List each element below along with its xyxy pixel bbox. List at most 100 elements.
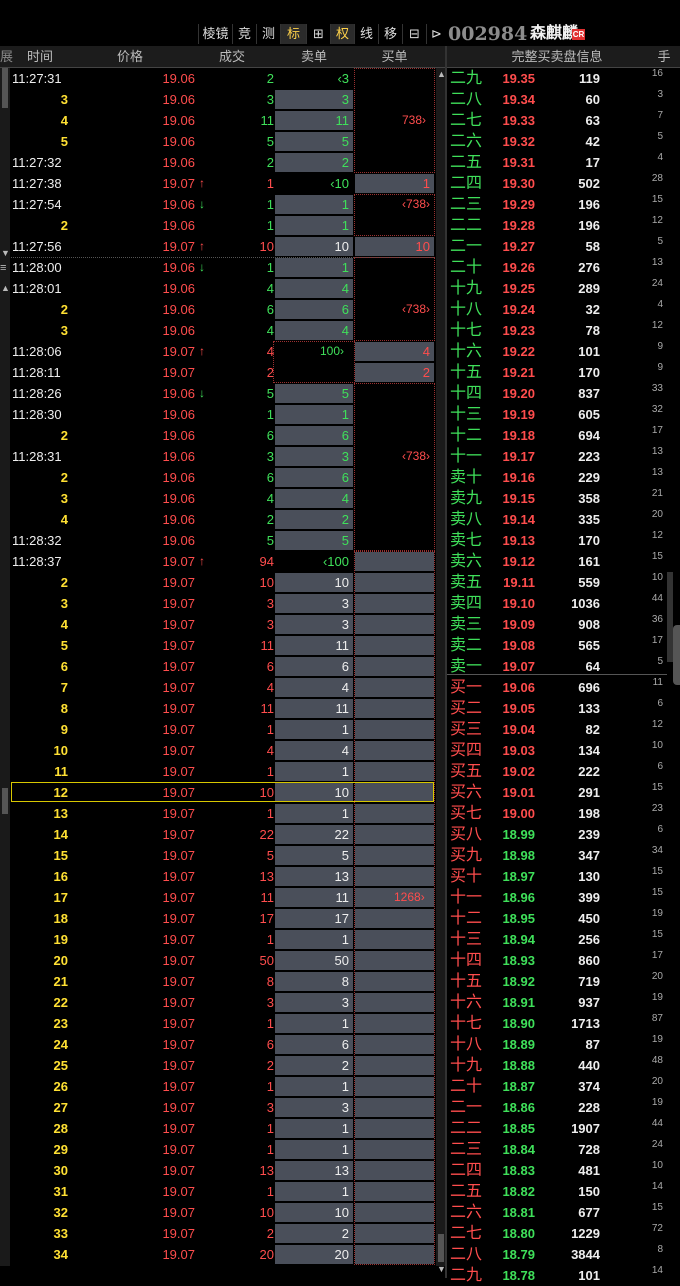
order-book-row[interactable]: 二三 19.29 196 15	[447, 194, 680, 215]
order-book-row[interactable]: 十八 19.24 32 4	[447, 299, 680, 320]
order-book-row[interactable]: 卖二 19.08 565 17	[447, 635, 680, 656]
sell-order-cell[interactable]: 2	[275, 1056, 353, 1075]
order-book-row[interactable]: 卖三 19.09 908 36	[447, 614, 680, 635]
order-book-row[interactable]: 二六 19.32 42 5	[447, 131, 680, 152]
sell-order-cell[interactable]: 1	[275, 1140, 353, 1159]
toolbar-button-7[interactable]: 移	[378, 24, 402, 44]
tick-row[interactable]: 11:28:06 19.07 ↑ 4 4	[10, 341, 435, 362]
sell-order-cell[interactable]: 1	[275, 216, 353, 235]
sell-order-cell[interactable]: 6	[275, 657, 353, 676]
order-book-row[interactable]: 卖五 19.11 559 10	[447, 572, 680, 593]
sell-order-cell[interactable]: 6	[275, 1035, 353, 1054]
order-book-row[interactable]: 二九 18.78 101 14	[447, 1265, 680, 1286]
buy-order-cell[interactable]: 4	[355, 342, 434, 361]
order-book-row[interactable]: 二七 19.33 63 7	[447, 110, 680, 131]
order-book-row[interactable]: 二五 18.82 150 14	[447, 1181, 680, 1202]
toolbar-button-5[interactable]: 权	[330, 24, 354, 44]
order-book-row[interactable]: 十九 19.25 289 24	[447, 278, 680, 299]
sell-order-cell[interactable]: 2	[275, 510, 353, 529]
order-book-row[interactable]: 二二 19.28 196 12	[447, 215, 680, 236]
sell-order-cell[interactable]: 11	[275, 636, 353, 655]
order-book-row[interactable]: 二三 18.84 728 24	[447, 1139, 680, 1160]
order-book-row[interactable]: 二八 19.34 60 3	[447, 89, 680, 110]
sell-order-cell[interactable]: 6	[275, 300, 353, 319]
order-book-row[interactable]: 十五 19.21 170 9	[447, 362, 680, 383]
sell-order-cell[interactable]: 1	[275, 1182, 353, 1201]
sell-order-cell[interactable]: ‹100	[275, 552, 353, 571]
order-book-row[interactable]: 十三 19.19 605 32	[447, 404, 680, 425]
sell-order-cell[interactable]: 1	[275, 195, 353, 214]
sell-order-cell[interactable]: 3	[275, 594, 353, 613]
volume-column-header[interactable]: 成交	[200, 46, 264, 67]
buy-order-cell[interactable]: 10	[355, 237, 434, 256]
sell-order-column-header[interactable]: 卖单	[275, 46, 353, 67]
sell-order-cell[interactable]: 8	[275, 972, 353, 991]
sell-order-cell[interactable]: 3	[275, 993, 353, 1012]
sell-order-cell[interactable]: 4	[275, 489, 353, 508]
order-book-row[interactable]: 十六 19.22 101 9	[447, 341, 680, 362]
tick-row[interactable]: 11:27:56 19.07 ↑ 10 10 10	[10, 236, 435, 257]
order-book-row[interactable]: 二四 19.30 502 28	[447, 173, 680, 194]
order-book-row[interactable]: 二四 18.83 481 10	[447, 1160, 680, 1181]
order-book-row[interactable]: 二六 18.81 677 15	[447, 1202, 680, 1223]
tick-row[interactable]: 11:28:11 19.07 2 2	[10, 362, 435, 383]
sell-order-cell[interactable]: 4	[275, 741, 353, 760]
order-book-row[interactable]: 十七 19.23 78 12	[447, 320, 680, 341]
sell-order-cell[interactable]: 3	[275, 90, 353, 109]
sell-order-cell[interactable]: 4	[275, 678, 353, 697]
sell-order-cell[interactable]: 6	[275, 426, 353, 445]
sell-order-cell[interactable]: 1	[275, 930, 353, 949]
sell-order-cell[interactable]: 13	[275, 867, 353, 886]
buy-order-cell[interactable]: 2	[355, 363, 434, 382]
sell-order-cell[interactable]: ‹3	[275, 69, 353, 88]
toolbar-button-6[interactable]: 线	[354, 24, 378, 44]
order-book-row[interactable]: 买十 18.97 130 15	[447, 866, 680, 887]
order-book-row[interactable]: 十一 18.96 399 15	[447, 887, 680, 908]
left-scroll-thumb-mid[interactable]	[2, 788, 8, 814]
order-book-row[interactable]: 二五 19.31 17 4	[447, 152, 680, 173]
sell-order-cell[interactable]: 6	[275, 468, 353, 487]
tick-scroll-thumb[interactable]	[438, 1234, 444, 1262]
splitter-grip-icon[interactable]: ≡	[0, 262, 6, 274]
order-book-row[interactable]: 十四 18.93 860 17	[447, 950, 680, 971]
order-book-row[interactable]: 买八 18.99 239 6	[447, 824, 680, 845]
order-book-row[interactable]: 十九 18.88 440 48	[447, 1055, 680, 1076]
sell-order-cell[interactable]: 1	[275, 720, 353, 739]
order-book-row[interactable]: 卖四 19.10 1036 44	[447, 593, 680, 614]
sell-order-cell[interactable]: 10	[275, 1203, 353, 1222]
order-book-row[interactable]: 卖六 19.12 161 15	[447, 551, 680, 572]
sell-order-cell[interactable]: 11	[275, 111, 353, 130]
order-book-row[interactable]: 买七 19.00 198 23	[447, 803, 680, 824]
left-scroll-thumb-top[interactable]	[2, 68, 8, 108]
order-book-row[interactable]: 十三 18.94 256 15	[447, 929, 680, 950]
sell-order-cell[interactable]: 5	[275, 132, 353, 151]
sell-order-cell[interactable]: 5	[275, 846, 353, 865]
sell-order-cell[interactable]: 13	[275, 1161, 353, 1180]
order-book-row[interactable]: 卖九 19.15 358 21	[447, 488, 680, 509]
sell-order-cell[interactable]: 4	[275, 279, 353, 298]
buy-order-cell[interactable]: 1	[355, 174, 434, 193]
toolbar-button-0[interactable]: 棱镜	[198, 24, 232, 44]
order-book-row[interactable]: 二九 19.35 119 16	[447, 68, 680, 89]
expand-column-header[interactable]: 展	[0, 46, 13, 67]
sell-order-cell[interactable]: 10	[275, 573, 353, 592]
sell-order-cell[interactable]: 1	[275, 405, 353, 424]
order-book-row[interactable]: 卖八 19.14 335 20	[447, 509, 680, 530]
sell-order-cell[interactable]: 20	[275, 1245, 353, 1264]
order-book-row[interactable]: 买九 18.98 347 34	[447, 845, 680, 866]
order-book-row[interactable]: 二一 18.86 228 19	[447, 1097, 680, 1118]
sell-order-cell[interactable]: 1	[275, 1077, 353, 1096]
order-book-row[interactable]: 十二 18.95 450 19	[447, 908, 680, 929]
side-panel-toggle[interactable]	[673, 625, 680, 685]
splitter-up-icon[interactable]: ▲	[1, 283, 10, 293]
sell-order-cell[interactable]: ‹10	[275, 174, 353, 193]
sell-order-cell[interactable]: 10	[275, 237, 353, 256]
sell-order-cell[interactable]: 1	[275, 258, 353, 277]
sell-order-cell[interactable]: 11	[275, 888, 353, 907]
order-book-row[interactable]: 十一 19.17 223 13	[447, 446, 680, 467]
order-book-row[interactable]: 买六 19.01 291 15	[447, 782, 680, 803]
sell-order-cell[interactable]: 5	[275, 384, 353, 403]
price-column-header[interactable]: 价格	[90, 46, 170, 67]
sell-order-cell[interactable]: 11	[275, 699, 353, 718]
order-book-row[interactable]: 卖七 19.13 170 12	[447, 530, 680, 551]
